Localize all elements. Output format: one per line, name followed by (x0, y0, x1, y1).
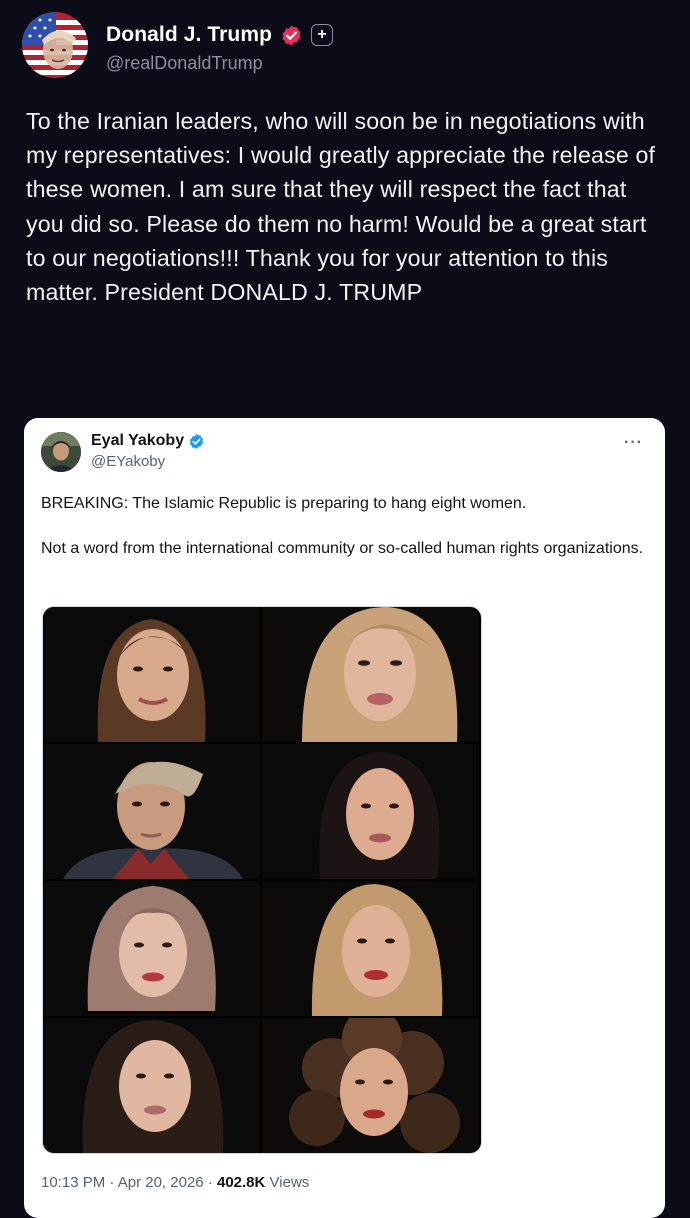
embedded-tweet-card[interactable]: Eyal Yakoby @EYakoby ··· BREAKING: The I… (24, 418, 665, 1218)
portrait-photo-2[interactable] (262, 607, 479, 742)
photo-grid[interactable] (42, 606, 482, 1154)
portrait-photo-5[interactable] (43, 881, 260, 1016)
embedded-author-handle[interactable]: @EYakoby (91, 453, 205, 470)
follow-button[interactable]: + (311, 24, 334, 46)
meta-separator: · (203, 1174, 217, 1191)
tweet-time[interactable]: 10:13 PM (41, 1174, 105, 1191)
post-text: To the Iranian leaders, who will soon be… (26, 108, 656, 306)
embedded-verified-badge-icon (189, 433, 204, 449)
views-label: Views (269, 1174, 310, 1191)
embedded-author-block: Eyal Yakoby @EYakoby (91, 432, 205, 470)
more-options-icon[interactable]: ··· (624, 434, 643, 452)
views-count: 402.8K (216, 1174, 266, 1191)
tweet-date[interactable]: Apr 20, 2026 (118, 1174, 204, 1191)
portrait-photo-8[interactable] (262, 1018, 479, 1153)
embedded-author-name[interactable]: Eyal Yakoby (91, 432, 184, 450)
embedded-avatar-image (41, 432, 81, 472)
portrait-photo-4[interactable] (262, 744, 479, 879)
portrait-photo-7[interactable] (43, 1018, 260, 1153)
author-name-row: Donald J. Trump + (106, 22, 334, 48)
portrait-photo-3[interactable] (43, 744, 260, 879)
author-block: Donald J. Trump + @realDonaldTrump (106, 22, 334, 74)
meta-separator: · (105, 1174, 118, 1191)
author-name[interactable]: Donald J. Trump (106, 23, 272, 47)
portrait-photo-1[interactable] (43, 607, 260, 742)
avatar-image (22, 12, 88, 78)
embedded-tweet-text: BREAKING: The Islamic Republic is prepar… (41, 493, 651, 560)
post-header: Donald J. Trump + @realDonaldTrump (22, 12, 662, 78)
embedded-name-row: Eyal Yakoby (91, 432, 205, 450)
verified-badge-icon (282, 24, 301, 46)
avatar[interactable] (22, 12, 88, 78)
tweet-meta: 10:13 PM · Apr 20, 2026 · 402.8K Views (41, 1174, 309, 1191)
embedded-avatar[interactable] (41, 432, 81, 472)
embedded-paragraph-2: Not a word from the international commun… (41, 540, 644, 557)
author-handle[interactable]: @realDonaldTrump (106, 53, 333, 74)
portrait-photo-6[interactable] (262, 881, 479, 1016)
embedded-paragraph-1: BREAKING: The Islamic Republic is prepar… (41, 495, 527, 512)
